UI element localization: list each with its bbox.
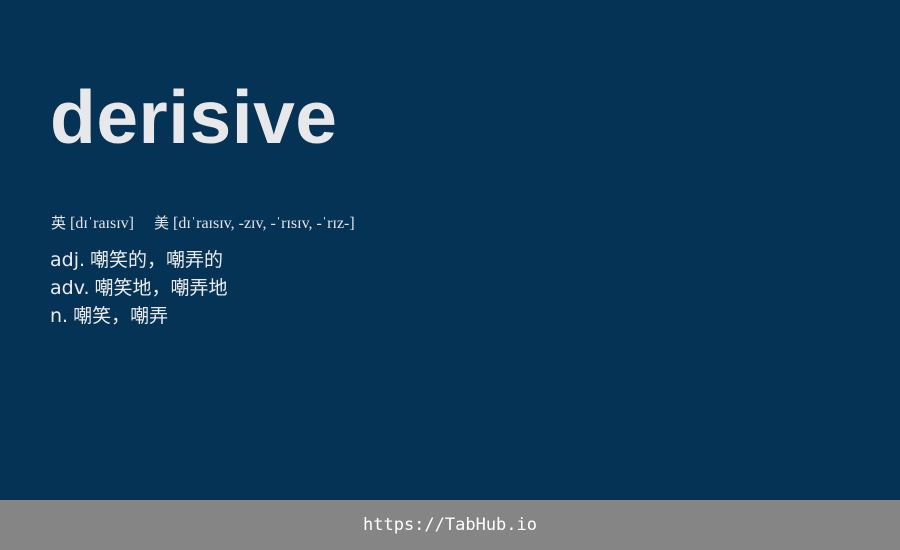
part-of-speech: n. xyxy=(50,305,69,327)
ipa-us: [dɪˈraɪsɪv, -zɪv, -ˈrɪsɪv, -ˈrɪz-] xyxy=(173,215,355,232)
pronunciation-row: 英 [dɪˈraɪsɪv] 美 [dɪˈraɪsɪv, -zɪv, -ˈrɪsɪv,… xyxy=(51,212,355,235)
tabhub-link[interactable]: https://TabHub.io xyxy=(363,515,537,535)
new-tab-page: derisive 英 [dɪˈraɪsɪv] 美 [dɪˈraɪsɪv, -zɪv,… xyxy=(0,0,900,550)
part-of-speech: adj. xyxy=(50,249,86,271)
definition-text: 嘲笑的，嘲弄的 xyxy=(90,249,224,271)
region-label-uk: 英 xyxy=(51,214,67,232)
pronunciation-uk: 英 [dɪˈraɪsɪv] xyxy=(51,212,134,235)
definition-noun: n. 嘲笑，嘲弄 xyxy=(50,302,228,330)
footer-bar: https://TabHub.io xyxy=(0,500,900,550)
definition-text: 嘲笑，嘲弄 xyxy=(73,305,169,327)
definition-text: 嘲笑地，嘲弄地 xyxy=(94,277,228,299)
headword: derisive xyxy=(50,75,338,159)
definition-list: adj. 嘲笑的，嘲弄的 adv. 嘲笑地，嘲弄地 n. 嘲笑，嘲弄 xyxy=(50,246,228,330)
pronunciation-us: 美 [dɪˈraɪsɪv, -zɪv, -ˈrɪsɪv, -ˈrɪz-] xyxy=(154,212,355,235)
definition-adv: adv. 嘲笑地，嘲弄地 xyxy=(50,274,228,302)
region-label-us: 美 xyxy=(154,214,170,232)
word-card: derisive 英 [dɪˈraɪsɪv] 美 [dɪˈraɪsɪv, -zɪv,… xyxy=(0,0,900,500)
ipa-uk: [dɪˈraɪsɪv] xyxy=(70,215,134,232)
part-of-speech: adv. xyxy=(50,277,90,299)
definition-adj: adj. 嘲笑的，嘲弄的 xyxy=(50,246,228,274)
